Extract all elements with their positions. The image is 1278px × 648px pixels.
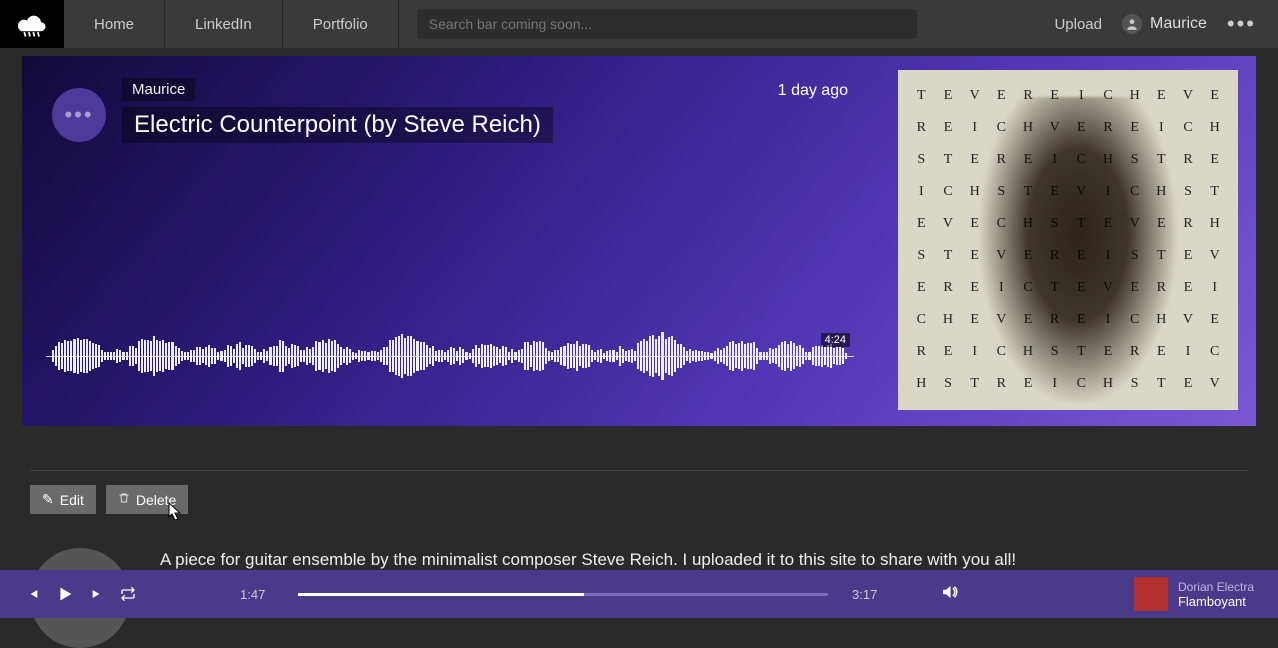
album-art-face	[959, 97, 1197, 403]
trash-icon	[118, 491, 130, 508]
logo[interactable]	[0, 0, 64, 48]
total-time: 3:17	[852, 587, 886, 602]
search-input[interactable]	[417, 9, 917, 39]
top-nav: Home LinkedIn Portfolio Upload Maurice •…	[0, 0, 1278, 48]
edit-button[interactable]: ✎ Edit	[30, 485, 96, 514]
progress-bar[interactable]	[298, 593, 828, 596]
track-hero: ••• Maurice Electric Counterpoint (by St…	[22, 56, 1256, 426]
now-playing-text: Dorian Electra Flamboyant	[1178, 580, 1254, 609]
volume-button[interactable]	[940, 583, 958, 606]
player-bar: 1:47 3:17 Dorian Electra Flamboyant	[0, 570, 1278, 618]
avatar-icon	[1122, 14, 1142, 34]
action-row: ✎ Edit Delete	[30, 485, 1248, 514]
hero-left: ••• Maurice Electric Counterpoint (by St…	[22, 56, 888, 426]
upload-link[interactable]: Upload	[1054, 16, 1102, 33]
delete-button[interactable]: Delete	[106, 485, 188, 514]
divider	[30, 470, 1248, 471]
username-label: Maurice	[1150, 15, 1207, 33]
now-playing-art	[1134, 577, 1168, 611]
title-block: Maurice Electric Counterpoint (by Steve …	[122, 78, 868, 143]
nav-portfolio[interactable]: Portfolio	[283, 0, 399, 48]
track-title: Electric Counterpoint (by Steve Reich)	[122, 107, 553, 143]
nav-home[interactable]: Home	[64, 0, 165, 48]
progress-fill	[298, 593, 584, 596]
more-menu[interactable]: •••	[1227, 11, 1256, 37]
play-button[interactable]	[54, 583, 76, 605]
play-avatar[interactable]: •••	[52, 88, 106, 142]
time-ago: 1 day ago	[778, 82, 848, 100]
artist-chip[interactable]: Maurice	[122, 78, 195, 101]
waveform[interactable]: 4:24	[52, 316, 848, 396]
delete-label: Delete	[136, 492, 176, 508]
next-button[interactable]	[90, 586, 106, 602]
now-playing-title: Flamboyant	[1178, 594, 1254, 609]
user-menu[interactable]: Maurice	[1122, 14, 1207, 34]
search-wrapper	[399, 9, 1055, 39]
cloud-rain-icon	[14, 10, 50, 38]
repeat-button[interactable]	[120, 586, 136, 602]
nav-right: Upload Maurice •••	[1054, 11, 1278, 37]
now-playing[interactable]: Dorian Electra Flamboyant	[1134, 577, 1254, 611]
nav-linkedin[interactable]: LinkedIn	[165, 0, 283, 48]
description-text: A piece for guitar ensemble by the minim…	[160, 548, 1016, 572]
prev-button[interactable]	[24, 586, 40, 602]
pencil-icon: ✎	[42, 491, 54, 508]
now-playing-artist: Dorian Electra	[1178, 580, 1254, 594]
waveform-duration: 4:24	[821, 333, 850, 347]
waveform-bars-bottom	[52, 356, 848, 396]
below-hero: ✎ Edit Delete A piece for guitar ensembl…	[0, 470, 1278, 648]
album-art[interactable]: TEVEREICHEVEREICHVEREICHSTEREICHSTREICHS…	[898, 70, 1238, 410]
elapsed-time: 1:47	[240, 587, 274, 602]
edit-label: Edit	[60, 492, 84, 508]
